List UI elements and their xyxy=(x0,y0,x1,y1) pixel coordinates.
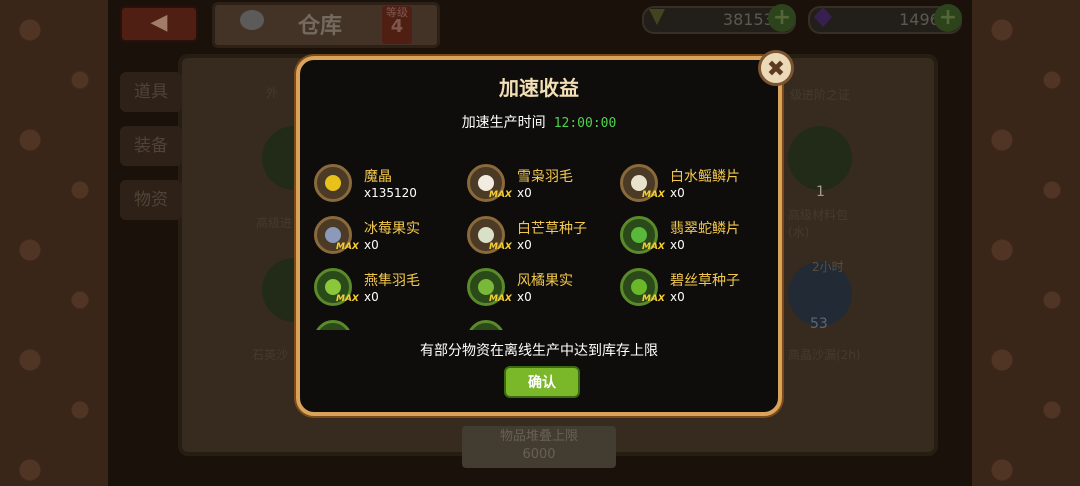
item-count: x0 xyxy=(670,186,685,200)
magic-crystal-icon xyxy=(314,164,352,202)
reward-item-grid[interactable]: 魔晶 x135120 MAX 雪枭羽毛 x0 MAX 白水鳐鳞片 x0 MAX 冰莓果实 x0 MAX… xyxy=(314,164,774,330)
speedup-time-value: 12:00:00 xyxy=(553,116,617,131)
reward-item[interactable]: MAX 冰莓果实 x0 xyxy=(314,216,464,260)
speedup-time-label: 加速生产时间 xyxy=(461,115,546,131)
max-badge: MAX xyxy=(489,242,512,252)
partial-item-icon xyxy=(467,320,505,330)
item-name: 碧丝草种子 xyxy=(670,273,740,289)
reward-item[interactable]: MAX 雪枭羽毛 x0 xyxy=(467,164,617,208)
speedup-time-row: 加速生产时间 12:00:00 xyxy=(300,112,778,132)
storage-limit-notice: 有部分物资在离线生产中达到库存上限 xyxy=(420,343,658,359)
item-glyph xyxy=(478,227,494,243)
item-glyph xyxy=(325,227,341,243)
reward-item[interactable]: MAX 白芒草种子 x0 xyxy=(467,216,617,260)
item-glyph xyxy=(325,175,341,191)
dialog-title: 加速收益 xyxy=(499,76,579,100)
close-button[interactable]: ✖ xyxy=(758,50,794,86)
item-glyph xyxy=(478,175,494,191)
max-badge: MAX xyxy=(489,294,512,304)
max-badge: MAX xyxy=(336,294,359,304)
item-name: 冰莓果实 xyxy=(364,221,420,237)
max-badge: MAX xyxy=(642,190,665,200)
item-name: 雪枭羽毛 xyxy=(517,169,573,185)
partial-item-icon xyxy=(314,320,352,330)
reward-item[interactable]: MAX 风橘果实 x0 xyxy=(467,268,617,312)
item-glyph xyxy=(631,175,647,191)
item-name: 魔晶 xyxy=(364,169,392,185)
item-count: x135120 xyxy=(364,186,417,200)
item-name: 翡翠蛇鳞片 xyxy=(670,221,740,237)
item-glyph xyxy=(631,279,647,295)
reward-item[interactable]: 魔晶 x135120 xyxy=(314,164,464,208)
confirm-button[interactable]: 确认 xyxy=(504,366,580,398)
max-badge: MAX xyxy=(642,242,665,252)
reward-item[interactable]: MAX 翡翠蛇鳞片 x0 xyxy=(620,216,770,260)
max-badge: MAX xyxy=(642,294,665,304)
reward-item[interactable]: MAX 碧丝草种子 x0 xyxy=(620,268,770,312)
item-name: 白水鳐鳞片 xyxy=(670,169,740,185)
item-name: 白芒草种子 xyxy=(517,221,587,237)
item-glyph xyxy=(478,279,494,295)
item-count: x0 xyxy=(670,290,685,304)
reward-item[interactable]: MAX 燕隼羽毛 x0 xyxy=(314,268,464,312)
item-count: x0 xyxy=(517,290,532,304)
item-glyph xyxy=(631,227,647,243)
item-name: 风橘果实 xyxy=(517,273,573,289)
item-glyph xyxy=(325,279,341,295)
reward-item[interactable]: MAX 白水鳐鳞片 x0 xyxy=(620,164,770,208)
max-badge: MAX xyxy=(489,190,512,200)
item-count: x0 xyxy=(364,290,379,304)
item-count: x0 xyxy=(670,238,685,252)
item-count: x0 xyxy=(364,238,379,252)
speedup-rewards-dialog: 加速收益 加速生产时间 12:00:00 魔晶 x135120 MAX 雪枭羽毛 x0 MA… xyxy=(296,56,782,416)
max-badge: MAX xyxy=(336,242,359,252)
item-count: x0 xyxy=(517,238,532,252)
item-count: x0 xyxy=(517,186,532,200)
item-name: 燕隼羽毛 xyxy=(364,273,420,289)
